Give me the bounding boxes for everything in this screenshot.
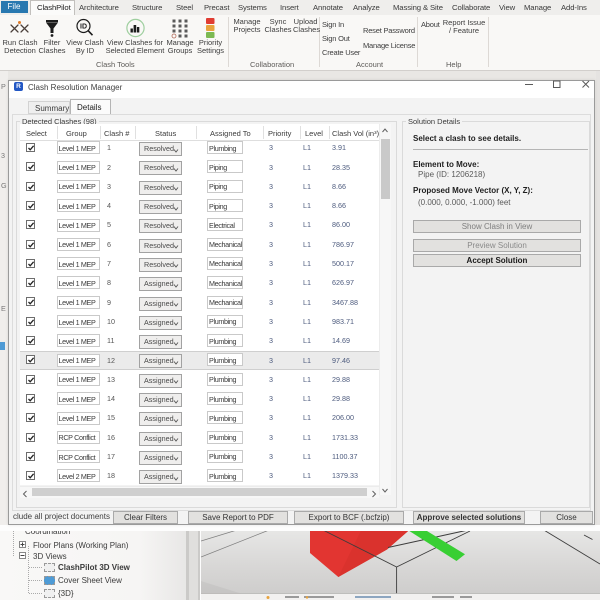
svg-text:ID: ID — [80, 24, 87, 31]
